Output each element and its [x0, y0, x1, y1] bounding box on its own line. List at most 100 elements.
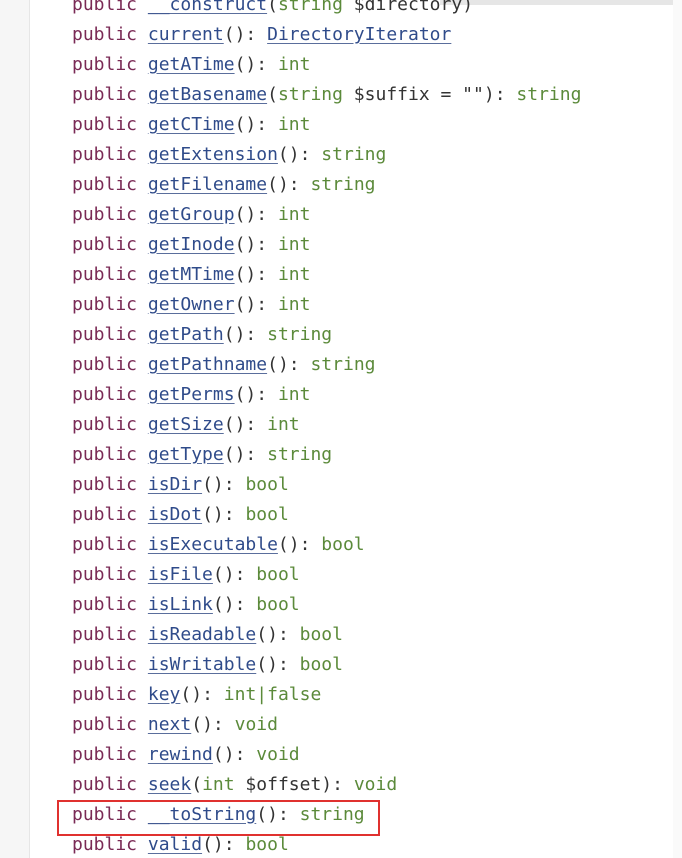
method-name-link[interactable]: isExecutable [148, 534, 278, 555]
method-name-link[interactable]: getType [148, 444, 224, 465]
open-paren: ( [267, 354, 278, 375]
scrollbar[interactable] [673, 0, 682, 858]
return-type: int [277, 54, 311, 75]
close-paren: ) [234, 324, 246, 345]
method-name-link[interactable]: isFile [148, 564, 213, 585]
method-name-link[interactable]: getGroup [148, 204, 235, 225]
method-line-getpath: public getPath(): string [72, 320, 581, 350]
open-paren: ( [223, 444, 235, 465]
close-paren: ) [245, 204, 257, 225]
return-separator: : [256, 384, 278, 405]
return-type: int [277, 114, 311, 135]
close-paren: ) [288, 534, 300, 555]
method-name-link[interactable]: getPath [148, 324, 224, 345]
method-line-getpathname: public getPathname(): string [72, 350, 581, 380]
method-name-link[interactable]: valid [148, 834, 202, 855]
method-line-seek: public seek(int $offset): void [72, 770, 581, 800]
close-paren: ) [223, 744, 235, 765]
keyword-public: public [72, 594, 138, 615]
return-separator: : [234, 594, 257, 615]
method-name-link[interactable]: isLink [148, 594, 213, 615]
method-name-link[interactable]: getCTime [148, 114, 235, 135]
param-type: int [202, 774, 235, 795]
param-name: $suffix [342, 84, 430, 105]
method-name-link[interactable]: getATime [148, 54, 235, 75]
open-paren: ( [234, 264, 246, 285]
return-type-link[interactable]: DirectoryIterator [267, 24, 451, 45]
method-name-link[interactable]: next [148, 714, 191, 735]
method-name-link[interactable]: getInode [148, 234, 235, 255]
open-paren: ( [234, 384, 246, 405]
return-type: void [353, 774, 398, 795]
return-type: int [277, 384, 311, 405]
open-paren: ( [256, 654, 268, 675]
method-name-link[interactable]: current [148, 24, 224, 45]
method-name-link[interactable]: key [148, 684, 181, 705]
close-paren: ) [321, 774, 333, 795]
method-name-link[interactable]: seek [148, 774, 191, 795]
return-separator: : [288, 354, 311, 375]
left-gutter [0, 0, 30, 858]
keyword-public: public [72, 24, 138, 45]
return-type: int [277, 294, 311, 315]
close-paren: ) [223, 594, 235, 615]
method-name-link[interactable]: getMTime [148, 264, 235, 285]
close-paren: ) [245, 264, 257, 285]
keyword-public: public [72, 714, 138, 735]
method-name-link[interactable]: isWritable [148, 654, 256, 675]
close-paren: ) [267, 804, 278, 825]
return-separator: : [256, 204, 278, 225]
method-line-tostring: public __toString(): string [72, 800, 581, 830]
open-paren: ( [202, 834, 213, 855]
method-name-link[interactable]: rewind [148, 744, 213, 765]
return-type: int [277, 234, 311, 255]
return-separator: : [299, 534, 322, 555]
method-line-valid: public valid(): bool [72, 830, 581, 858]
method-line-getbasename: public getBasename(string $suffix = ""):… [72, 80, 581, 110]
keyword-public: public [72, 624, 138, 645]
keyword-public: public [72, 834, 138, 855]
method-line-getatime: public getATime(): int [72, 50, 581, 80]
return-separator: : [234, 564, 257, 585]
return-type: bool [321, 534, 365, 555]
close-paren: ) [245, 384, 257, 405]
method-name-link[interactable]: getExtension [148, 144, 278, 165]
open-paren: ( [223, 24, 235, 45]
return-separator: : [223, 474, 246, 495]
method-line-isdot: public isDot(): bool [72, 500, 581, 530]
return-type: int [267, 414, 300, 435]
method-name-link[interactable]: __toString [148, 804, 256, 825]
close-paren: ) [234, 24, 246, 45]
return-type: bool [256, 594, 300, 615]
method-line-isreadable: public isReadable(): bool [72, 620, 581, 650]
close-paren: ) [202, 714, 213, 735]
method-name-link[interactable]: isDot [148, 504, 202, 525]
method-line-getgroup: public getGroup(): int [72, 200, 581, 230]
keyword-public: public [72, 684, 138, 705]
method-name-link[interactable]: getPathname [148, 354, 267, 375]
close-paren: ) [234, 414, 246, 435]
close-paren: ) [212, 474, 224, 495]
return-separator: : [277, 654, 300, 675]
return-separator: : [234, 744, 257, 765]
open-paren: ( [234, 294, 246, 315]
keyword-public: public [72, 114, 138, 135]
method-name-link[interactable]: getOwner [148, 294, 235, 315]
method-line-getctime: public getCTime(): int [72, 110, 581, 140]
keyword-public: public [72, 774, 138, 795]
method-name-link[interactable]: __construct [148, 0, 267, 15]
open-paren: ( [180, 684, 192, 705]
method-name-link[interactable]: isDir [148, 474, 202, 495]
method-name-link[interactable]: getPerms [148, 384, 235, 405]
open-paren: ( [256, 624, 268, 645]
return-type: int|false [223, 684, 322, 705]
method-name-link[interactable]: getBasename [148, 84, 267, 105]
method-name-link[interactable]: getSize [148, 414, 224, 435]
method-name-link[interactable]: isReadable [148, 624, 256, 645]
return-type: void [234, 714, 278, 735]
method-name-link[interactable]: getFilename [148, 174, 267, 195]
method-line-current: public current(): DirectoryIterator [72, 20, 581, 50]
param-type: string [277, 84, 343, 105]
open-paren: ( [191, 714, 203, 735]
return-type: bool [245, 834, 289, 855]
